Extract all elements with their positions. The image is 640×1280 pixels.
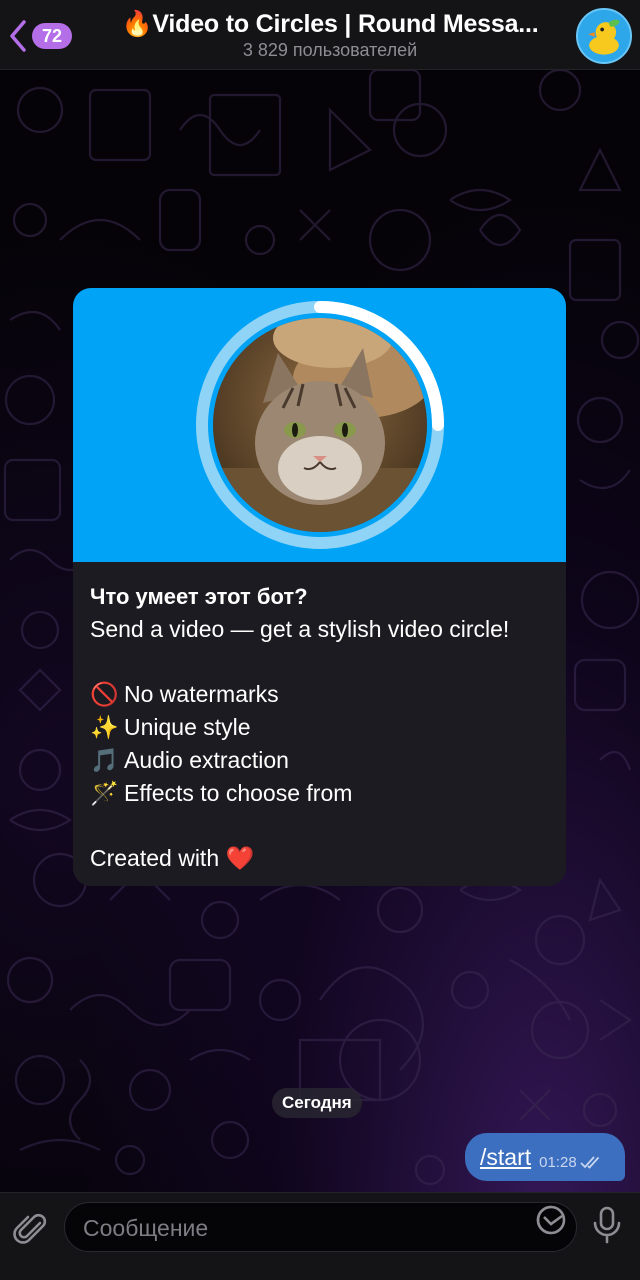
bot-preview-media[interactable] xyxy=(73,288,566,562)
duck-avatar-icon xyxy=(578,10,630,62)
double-check-read-icon xyxy=(580,1156,599,1169)
feature-item: ✨ Unique style xyxy=(90,711,549,744)
footer-label: Created with xyxy=(90,845,220,871)
message-input-placeholder: Сообщение xyxy=(83,1215,209,1241)
magic-wand-icon: 🪄 xyxy=(90,780,119,806)
feature-label: Effects to choose from xyxy=(124,780,353,806)
bot-info-text: Что умеет этот бот? Send a video — get a… xyxy=(73,562,566,875)
feature-item: 🎵 Audio extraction xyxy=(90,744,549,777)
date-separator: Сегодня xyxy=(272,1088,362,1118)
message-time: 01:28 xyxy=(539,1153,577,1171)
paperclip-icon[interactable] xyxy=(12,1209,52,1249)
heart-icon: ❤️ xyxy=(225,845,255,871)
microphone-icon[interactable] xyxy=(592,1205,622,1245)
bot-info-footer: Created with ❤️ xyxy=(90,842,549,875)
feature-label: No watermarks xyxy=(124,681,279,707)
chat-header: 72 🔥Video to Circles | Round Messa... 3 … xyxy=(0,0,640,70)
chat-avatar[interactable] xyxy=(576,8,632,64)
prohibited-icon: 🚫 xyxy=(90,681,119,707)
feature-label: Unique style xyxy=(124,714,251,740)
chat-title: 🔥Video to Circles | Round Messa... xyxy=(121,10,539,38)
feature-item: 🪄 Effects to choose from xyxy=(90,777,549,810)
unread-count-badge: 72 xyxy=(32,23,72,49)
back-button[interactable]: 72 xyxy=(6,14,86,58)
chevron-left-icon xyxy=(10,20,26,52)
feature-item: 🚫 No watermarks xyxy=(90,678,549,711)
feature-label: Audio extraction xyxy=(124,747,289,773)
music-notes-icon: 🎵 xyxy=(90,747,119,773)
sticker-icon[interactable] xyxy=(534,1203,568,1237)
bot-info-card: Что умеет этот бот? Send a video — get a… xyxy=(73,288,566,886)
message-input[interactable]: Сообщение xyxy=(64,1202,577,1252)
bot-info-intro: Send a video — get a stylish video circl… xyxy=(90,616,510,642)
cat-video-thumbnail xyxy=(213,318,427,532)
message-command-link[interactable]: /start xyxy=(480,1144,531,1171)
chat-subtitle: 3 829 пользователей xyxy=(242,40,418,60)
sparkles-icon: ✨ xyxy=(90,714,119,740)
outgoing-message-bubble[interactable]: /start 01:28 xyxy=(465,1133,625,1181)
bot-info-heading: Что умеет этот бот? xyxy=(90,584,308,609)
chat-title-area[interactable]: 🔥Video to Circles | Round Messa... 3 829… xyxy=(100,8,560,61)
